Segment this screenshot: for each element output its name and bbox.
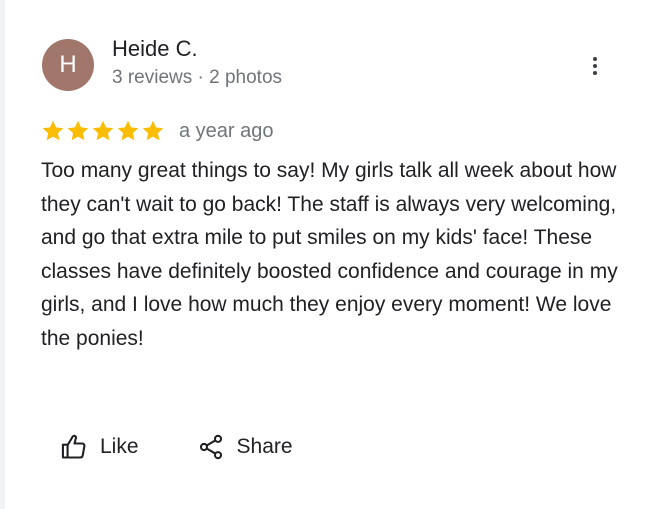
star-icon	[67, 120, 89, 141]
star-icon	[42, 120, 64, 141]
avatar[interactable]: H	[42, 39, 94, 91]
reviewer-meta: 3 reviews · 2 photos	[112, 67, 283, 88]
review-actions: Like Share	[60, 433, 293, 461]
more-options-button[interactable]	[583, 52, 607, 80]
rating-row: a year ago	[41, 119, 274, 143]
review-date: a year ago	[179, 119, 274, 142]
share-label: Share	[236, 435, 293, 458]
star-icon	[117, 120, 139, 141]
star-icon	[92, 120, 114, 141]
more-vert-icon	[593, 71, 597, 75]
reviewer-name[interactable]: Heide C.	[112, 36, 198, 62]
review-card: H Heide C. 3 reviews · 2 photos a year a…	[5, 0, 645, 509]
like-label: Like	[100, 435, 139, 458]
review-text: Too many great things to say! My girls t…	[41, 159, 618, 350]
star-icon	[142, 120, 164, 141]
more-vert-icon	[593, 64, 597, 68]
like-button[interactable]: Like	[60, 433, 139, 461]
thumb-up-icon	[61, 434, 86, 459]
star-rating	[41, 119, 165, 143]
share-button[interactable]: Share	[197, 433, 293, 461]
more-vert-icon	[593, 57, 597, 61]
share-icon	[199, 434, 222, 460]
